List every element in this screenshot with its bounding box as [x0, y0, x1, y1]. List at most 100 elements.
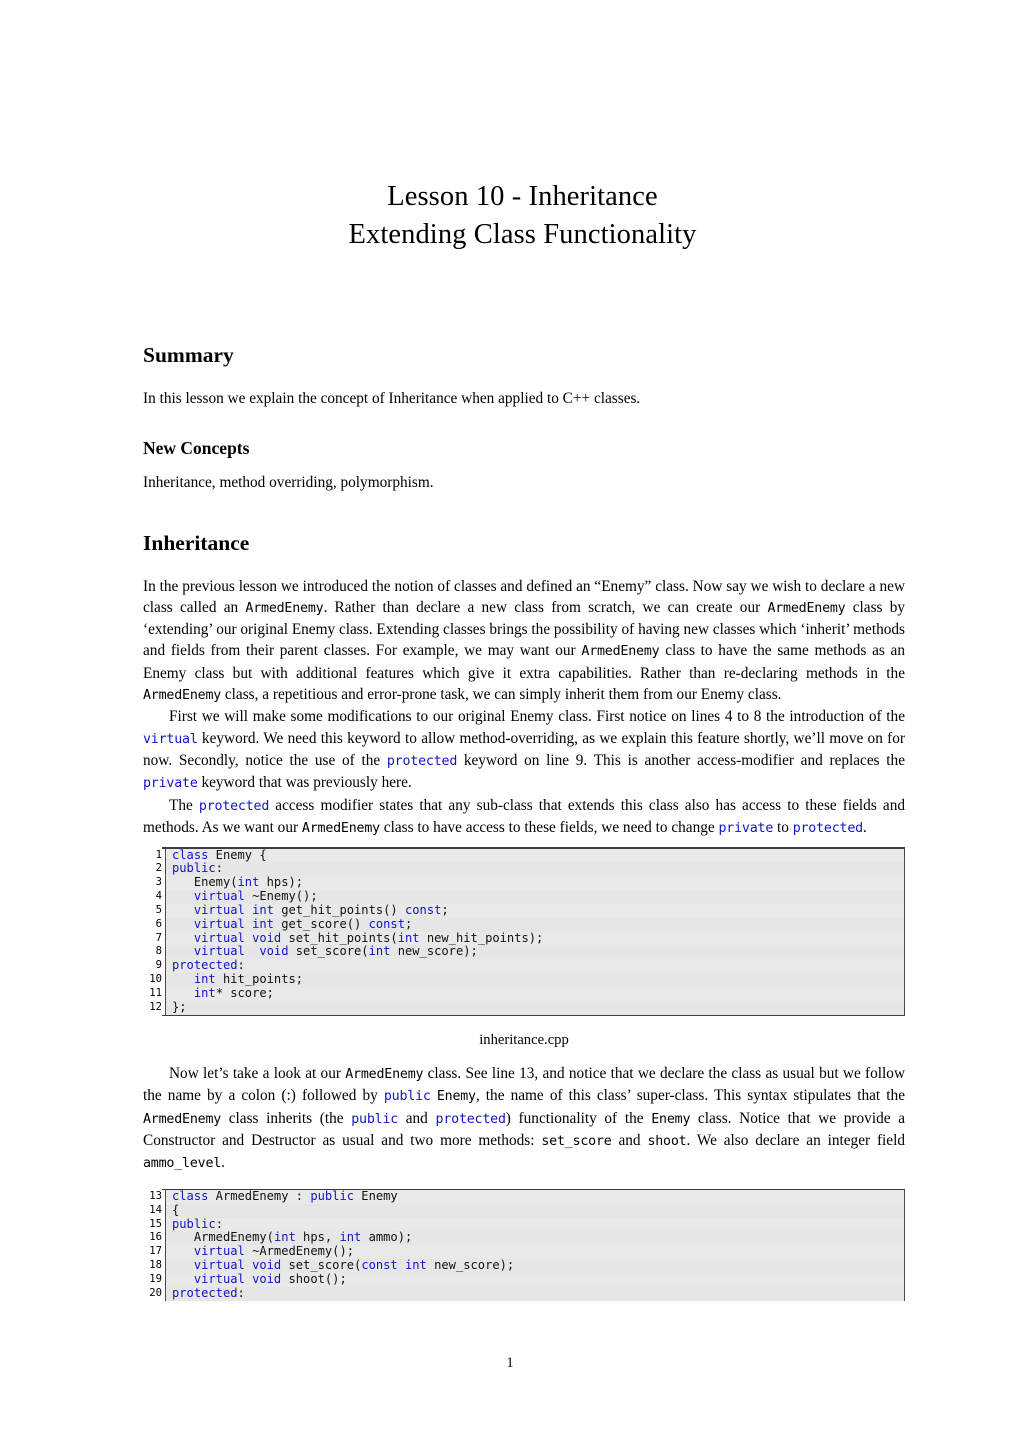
- text-run: class to have access to these fields, we…: [379, 818, 719, 836]
- code-line-number: 11: [143, 986, 165, 1001]
- code-line-content: virtual void shoot();: [165, 1272, 905, 1287]
- code-line-number: 18: [143, 1259, 165, 1273]
- code-line-number: 16: [143, 1231, 165, 1246]
- code-keyword: virtual int: [193, 916, 274, 931]
- text-run: to: [773, 818, 793, 836]
- keyword-private: private: [143, 776, 198, 792]
- code-text: :: [237, 958, 245, 973]
- code-keyword: class: [172, 1188, 209, 1203]
- code-line: 11 int* score;: [143, 985, 905, 1001]
- code-line-content: virtual int get_hit_points() const;: [165, 902, 905, 918]
- code-text: Enemy {: [208, 847, 267, 862]
- code-line-content: int hit_points;: [165, 972, 905, 987]
- code-line: 5 virtual int get_hit_points() const;: [143, 902, 905, 918]
- code-keyword: const int: [361, 1258, 427, 1273]
- keyword-virtual: virtual: [143, 731, 198, 747]
- code-line-content: virtual ~ArmedEnemy();: [165, 1244, 905, 1260]
- paragraph-summary: In this lesson we explain the concept of…: [143, 390, 641, 407]
- code-text: * score;: [215, 985, 274, 1000]
- code-line-content: class ArmedEnemy : public Enemy: [165, 1188, 905, 1204]
- code-text: new_score);: [426, 1258, 515, 1273]
- code-line-content: virtual void set_hit_points(int new_hit_…: [165, 930, 905, 946]
- code-text: Enemy: [354, 1188, 398, 1203]
- code-text: get_score(): [273, 916, 369, 931]
- keyword-protected: protected: [386, 753, 458, 769]
- code-term: ArmedEnemy: [143, 688, 222, 704]
- title-line-1: Lesson 10 - Inheritance: [387, 181, 658, 212]
- code-line-number: 10: [143, 973, 165, 987]
- code-line: 9 protected:: [143, 958, 905, 974]
- code-text: ArmedEnemy :: [208, 1188, 311, 1203]
- code-line: 13 class ArmedEnemy : public Enemy: [143, 1188, 905, 1204]
- code-keyword: int: [193, 972, 216, 987]
- keyword-private: private: [718, 820, 774, 836]
- code-keyword: protected: [172, 958, 238, 973]
- code-keyword: public: [172, 861, 216, 876]
- code-text: :: [237, 1285, 245, 1300]
- code-keyword: const: [405, 902, 442, 917]
- code-line-content: protected:: [165, 958, 905, 974]
- code-text: get_hit_points(): [273, 902, 405, 917]
- code-line: 18 virtual void set_score(const int new_…: [143, 1258, 905, 1273]
- code-text: hps);: [259, 875, 304, 890]
- paragraph-inheritance-3: The protected access modifier states tha…: [143, 795, 905, 840]
- code-keyword: const: [368, 916, 405, 931]
- code-line: 8 virtual void set_score(int new_score);: [143, 944, 905, 960]
- text-run: . Rather than declare a new class from s…: [323, 598, 768, 616]
- code-line-content: class Enemy {: [165, 847, 905, 863]
- code-keyword: int: [339, 1230, 362, 1245]
- code-term: ArmedEnemy: [245, 600, 324, 616]
- code-line-number: 15: [143, 1217, 165, 1232]
- code-text: set_hit_points(: [281, 930, 398, 945]
- code-term: set_score: [541, 1133, 612, 1149]
- code-keyword: class: [172, 847, 209, 862]
- code-line-number: 5: [143, 903, 165, 918]
- code-line-number: 8: [143, 945, 165, 960]
- code-line: 2 public:: [143, 861, 905, 877]
- code-term: ammo_level: [143, 1156, 222, 1172]
- listing-rows: 1 class Enemy {2 public: 3 Enemy(int hps); 4…: [143, 847, 905, 1015]
- text-run: ) functionality of the: [505, 1109, 652, 1127]
- code-text: hps,: [295, 1230, 340, 1245]
- code-keyword: int: [237, 875, 260, 890]
- text-run: and: [398, 1109, 436, 1127]
- code-line: 20 protected:: [143, 1285, 905, 1301]
- text-run: .: [862, 818, 867, 836]
- code-line: 14 {: [143, 1203, 905, 1218]
- code-keyword: virtual: [193, 889, 245, 904]
- code-line-content: public:: [165, 861, 905, 877]
- paragraph-inheritance-2: First we will make some modifications to…: [143, 706, 905, 794]
- text-run: , the name of this class’ super-class. T…: [475, 1087, 905, 1105]
- code-line-content: {: [165, 1203, 905, 1218]
- code-line-number: 9: [143, 959, 165, 974]
- code-term: Enemy: [651, 1111, 691, 1127]
- code-text: ArmedEnemy(: [172, 1230, 274, 1245]
- code-line: 10 int hit_points;: [143, 972, 905, 987]
- code-line-number: 20: [143, 1286, 165, 1301]
- code-text: set_score(: [281, 1258, 362, 1273]
- code-keyword: virtual void: [193, 1258, 282, 1273]
- keyword-protected: protected: [435, 1111, 506, 1127]
- heading-inheritance: Inheritance: [143, 530, 250, 555]
- text-run: First we will make some modifications to…: [169, 708, 905, 726]
- code-keyword: int: [273, 1230, 296, 1245]
- code-term: ArmedEnemy: [767, 600, 846, 616]
- code-keyword: virtual void: [193, 1272, 282, 1286]
- document-page: Lesson 10 - Inheritance Extending Class …: [0, 0, 1020, 1442]
- code-text: ammo);: [361, 1230, 413, 1245]
- code-term: ArmedEnemy: [143, 1111, 222, 1127]
- code-line-number: 14: [143, 1203, 165, 1218]
- text-run: Now let’s take a look at our: [169, 1065, 346, 1083]
- paragraph-inheritance-4: Now let’s take a look at our ArmedEnemy …: [143, 1063, 905, 1174]
- text-run: and: [611, 1131, 648, 1149]
- code-line: 3 Enemy(int hps);: [143, 875, 905, 891]
- code-keyword: int: [397, 930, 420, 945]
- code-listing-1: 1 class Enemy {2 public: 3 Enemy(int hps); 4…: [143, 847, 905, 1017]
